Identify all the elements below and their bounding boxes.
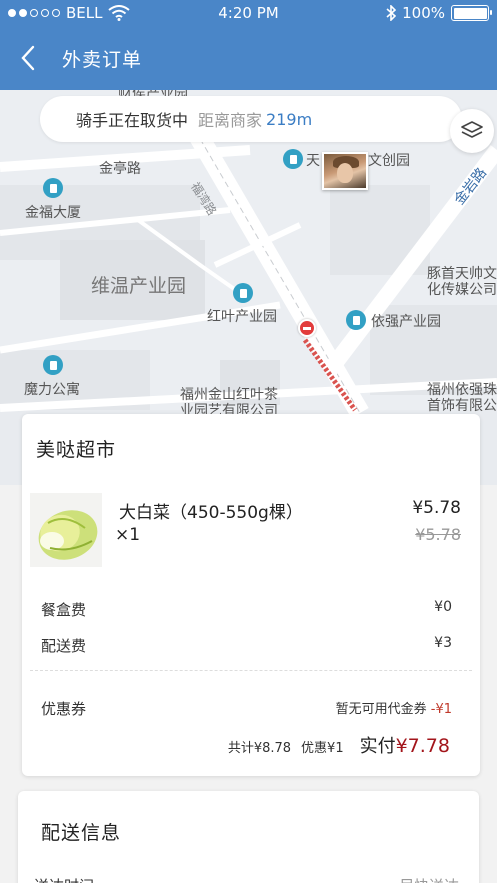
battery-icon (451, 5, 492, 21)
map-layers-button[interactable] (450, 109, 494, 153)
pay-label: 实付 (359, 736, 396, 757)
discount-total: 优惠¥1 (301, 741, 344, 756)
map-label-wenchuang-b: 文创园 (368, 153, 410, 169)
coupon-value-group: 暂无可用代金券 -¥1 (336, 698, 452, 719)
map-label-jinfu: 金福大厦 (25, 205, 81, 221)
shop-name[interactable]: 美哒超市 (36, 435, 116, 462)
app-header: BELL 4:20 PM 100% 外卖订单 (0, 0, 497, 90)
product-quantity: ×1 (115, 525, 141, 545)
divider (30, 670, 472, 671)
layers-icon (461, 121, 483, 138)
carrier-name: BELL (66, 4, 103, 22)
product-price: ¥5.78 (412, 498, 461, 518)
chevron-left-icon (21, 45, 35, 71)
pay-amount: ¥7.78 (395, 735, 450, 757)
map-label-fzyq-2: 首饰有限公 (427, 398, 497, 414)
rider-status-text: 骑手正在取货中 (76, 111, 189, 130)
distance-value: 219m (266, 109, 313, 129)
signal-icon (8, 9, 60, 17)
poi-icon (283, 149, 303, 169)
nav-bar: 外卖订单 (0, 26, 497, 90)
delivery-time-label: 送达时间 (34, 875, 94, 883)
map-label-wenchuang-a: 天 (306, 153, 320, 169)
rider-status-banner: 骑手正在取货中 距离商家 219m (40, 96, 462, 142)
no-entry-icon (298, 319, 316, 337)
pay-total: 实付¥7.78 (360, 732, 450, 758)
product-name: 大白菜（450-550g棵） (119, 503, 303, 523)
fee-label: 配送费 (41, 637, 87, 655)
order-card: 美哒超市 大白菜（450-550g棵） ×1 ¥5.78 ¥5.78 餐盒费 ¥… (22, 414, 480, 776)
fee-row-packaging: 餐盒费 ¥0 (41, 599, 452, 620)
poi-icon (43, 355, 63, 375)
map-label-yiqiang: 依强产业园 (371, 314, 441, 330)
carrier-group: BELL (8, 4, 131, 22)
distance-label: 距离商家 (198, 111, 263, 130)
fee-label: 餐盒费 (41, 601, 87, 619)
delivery-card: 配送信息 送达时间 尽快送达 (18, 791, 479, 883)
fee-row-delivery: 配送费 ¥3 (41, 635, 452, 656)
fee-value: ¥3 (434, 635, 452, 651)
bluetooth-icon (386, 5, 397, 21)
map-label-jinting-road: 金亭路 (99, 161, 141, 177)
status-bar: BELL 4:20 PM 100% (0, 0, 497, 26)
map-label-moli: 魔力公寓 (24, 382, 80, 398)
product-image (30, 493, 102, 567)
map-label-tianshuai-2: 化传媒公司 (427, 282, 497, 298)
rider-avatar[interactable] (322, 152, 368, 190)
battery-percent: 100% (402, 4, 445, 22)
delivery-time-row: 送达时间 尽快送达 (34, 875, 459, 883)
poi-icon (346, 310, 366, 330)
coupon-value: 暂无可用代金券 (335, 702, 427, 717)
coupon-label: 优惠券 (41, 700, 87, 718)
back-button[interactable] (20, 40, 50, 76)
product-original-price: ¥5.78 (415, 525, 461, 544)
subtotal: 共计¥8.78 (227, 741, 292, 756)
delivery-time-value: 尽快送达 (399, 875, 459, 883)
poi-icon (233, 283, 253, 303)
map-label-hongye: 红叶产业园 (207, 309, 277, 325)
coupon-amount: -¥1 (430, 702, 452, 717)
page-title: 外卖订单 (62, 48, 143, 71)
wifi-icon (108, 5, 131, 21)
order-totals: 共计¥8.78 优惠¥1 实付¥7.78 (228, 732, 450, 758)
status-right: 100% (386, 4, 492, 22)
fee-value: ¥0 (434, 599, 452, 615)
coupon-row[interactable]: 优惠券 暂无可用代金券 -¥1 (41, 698, 452, 719)
poi-icon (43, 178, 63, 198)
map-label-weiwen: 维温产业园 (91, 275, 187, 297)
delivery-title: 配送信息 (41, 822, 122, 844)
